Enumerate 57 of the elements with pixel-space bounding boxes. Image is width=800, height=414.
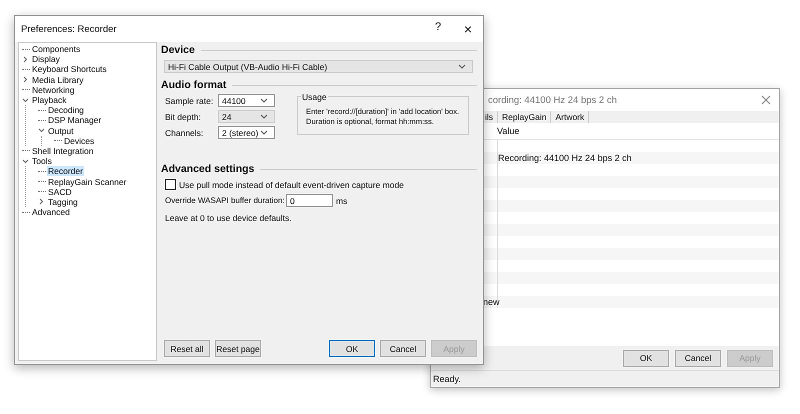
chevron-icon — [458, 64, 466, 69]
column-header[interactable]: Value — [497, 126, 520, 136]
group-title: Usage — [301, 92, 328, 102]
section-heading: Audio format — [161, 79, 226, 91]
tree-item[interactable]: Components — [31, 44, 82, 54]
tree-item[interactable]: Networking — [31, 84, 76, 95]
field-label: Bit depth: — [165, 112, 202, 122]
collapse-icon[interactable] — [22, 96, 29, 104]
tree-item[interactable]: Advanced — [31, 207, 71, 218]
input-field[interactable]: 0 — [286, 194, 333, 207]
dialog-button[interactable]: Cancel — [675, 350, 721, 366]
expand-icon[interactable] — [22, 56, 29, 63]
dialog-button[interactable]: OK — [623, 350, 669, 366]
tree-item[interactable]: Recorder — [47, 166, 84, 176]
checkbox-label: Use pull mode instead of default event-driven capture mode — [179, 180, 404, 190]
tree-item[interactable]: Playback — [31, 95, 68, 106]
expand-icon[interactable] — [38, 198, 45, 206]
field-label: Override WASAPI buffer duration: — [165, 196, 286, 205]
section-heading: Advanced settings — [161, 163, 254, 175]
dialog-button[interactable]: Reset all — [164, 340, 210, 357]
unit-label: ms — [336, 196, 348, 206]
checkbox[interactable] — [165, 179, 176, 190]
hint-text: Leave at 0 to use device defaults. — [165, 213, 293, 223]
device-dropdown[interactable]: Hi-Fi Cable Output (VB-Audio Hi-Fi Cable) — [164, 60, 473, 73]
tree-item[interactable]: Devices — [63, 136, 96, 146]
tree-item[interactable]: SACD — [47, 186, 73, 197]
tree-item[interactable]: Decoding — [47, 105, 85, 116]
tree-item[interactable]: Shell Integration — [31, 146, 94, 156]
dropdown[interactable]: 2 (stereo) — [218, 126, 275, 139]
tree-item[interactable]: Tagging — [47, 196, 79, 207]
close-button[interactable]: × — [453, 21, 483, 37]
close-icon[interactable] — [761, 95, 771, 105]
dialog-button[interactable]: Reset page — [215, 340, 261, 357]
window-title: Preferences: Recorder — [21, 24, 118, 34]
tree-item[interactable]: Display — [31, 54, 61, 64]
tree-item[interactable]: Output — [47, 126, 75, 136]
tree-item[interactable]: DSP Manager — [47, 115, 102, 126]
chevron-icon — [260, 130, 268, 135]
chevron-icon — [260, 98, 268, 103]
tree-item[interactable]: ReplayGain Scanner — [47, 176, 128, 187]
window-title: cording: 44100 Hz 24 bps 2 ch — [488, 94, 618, 106]
expand-icon[interactable] — [22, 76, 29, 84]
dialog-button[interactable]: Cancel — [380, 340, 426, 357]
collapse-icon[interactable] — [38, 127, 45, 134]
collapse-icon[interactable] — [22, 158, 29, 165]
dialog-button[interactable]: OK — [329, 340, 375, 357]
tree-item[interactable]: Media Library — [31, 74, 84, 85]
dropdown[interactable]: 44100 — [218, 94, 275, 107]
field-label: Channels: — [165, 128, 204, 138]
table-cell: Recording: 44100 Hz 24 bps 2 ch — [498, 152, 632, 164]
chevron-icon — [260, 114, 268, 119]
tree-item[interactable]: Keyboard Shortcuts — [31, 64, 108, 74]
field-label: Sample rate: — [165, 96, 214, 106]
tree-item[interactable]: Tools — [31, 156, 53, 166]
status-bar: Ready. — [431, 370, 779, 387]
help-button[interactable]: ? — [423, 21, 453, 37]
section-heading: Device — [161, 44, 195, 56]
